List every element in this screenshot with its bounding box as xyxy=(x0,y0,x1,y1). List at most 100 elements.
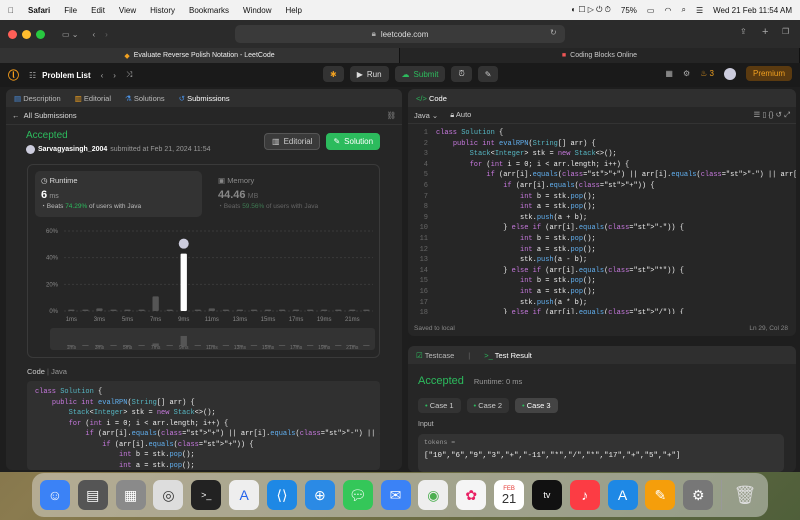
back-arrow-icon[interactable]: ← xyxy=(12,111,20,120)
editor-tool-icons[interactable]: ☰ ▯ {} ↺ ⤢ xyxy=(754,110,790,120)
link-icon[interactable]: ⛓ xyxy=(386,111,396,120)
calendar-icon[interactable]: FEB 21 xyxy=(494,480,525,510)
code-line[interactable]: int a = stk.pop(); xyxy=(436,287,796,298)
code-line[interactable]: for (int i = 0; i < arr.length; i++) { xyxy=(35,419,372,430)
chrome-icon[interactable]: ◉ xyxy=(418,480,449,510)
tab-description[interactable]: ▤ Description xyxy=(14,94,61,103)
solution-button[interactable]: ✎ Solution xyxy=(326,133,381,150)
tab-coding-blocks[interactable]: ■ Coding Blocks Online xyxy=(400,48,800,63)
code-line[interactable]: stk.push(a - b); xyxy=(436,255,796,266)
pages-icon[interactable]: ✎ xyxy=(645,480,676,510)
battery-percent[interactable]: 75% xyxy=(621,6,637,15)
zoom-window-button[interactable] xyxy=(36,29,45,39)
code-line[interactable]: Stack<Integer> stk = new Stack<>(); xyxy=(35,408,372,419)
mail-icon[interactable]: ✉ xyxy=(380,480,411,510)
language-select[interactable]: Java ⌄ xyxy=(414,111,438,120)
submitted-code[interactable]: class Solution { public int evalRPN(Stri… xyxy=(27,381,380,470)
new-tab-icon[interactable]: + xyxy=(762,26,768,38)
code-line[interactable]: if (arr[i].equals(class="st">"+")) { xyxy=(35,440,372,451)
close-window-button[interactable] xyxy=(8,29,17,39)
code-line[interactable]: } else if (arr[i].equals(class="st">"/")… xyxy=(436,308,796,314)
wifi-icon[interactable]: ◠ xyxy=(664,6,671,15)
url-bar[interactable]: 🔒︎ leetcode.com xyxy=(235,25,565,43)
all-submissions-link[interactable]: All Submissions xyxy=(24,111,77,120)
code-line[interactable]: public int evalRPN(String[] arr) { xyxy=(35,398,372,409)
code-line[interactable]: } else if (arr[i].equals(class="st">"*")… xyxy=(436,266,796,277)
photos-icon[interactable]: ✿ xyxy=(456,480,487,510)
code-line[interactable]: public int evalRPN(String[] arr) { xyxy=(436,139,796,150)
share-icon[interactable]: ⇪ xyxy=(740,27,747,36)
safari-icon[interactable]: ⊕ xyxy=(304,480,335,510)
runtime-distribution-chart[interactable]: 60% 40% 20% 0% 1ms 3ms 5ms 7ms 9ms 11ms 13ms 15ms 17… xyxy=(28,223,381,353)
run-button[interactable]: ▶ Run xyxy=(349,66,389,82)
system-tool-icon[interactable]: ▤ xyxy=(77,480,108,510)
tab-editorial[interactable]: ▥ Editorial xyxy=(75,94,111,103)
code-line[interactable]: int b = stk.pop(); xyxy=(436,234,796,245)
tab-testcase[interactable]: ☑ Testcase xyxy=(416,351,454,360)
premium-button[interactable]: Premium xyxy=(745,66,792,81)
problem-list-link[interactable]: Problem List xyxy=(42,71,90,80)
tab-overview-icon[interactable]: ❐ xyxy=(782,27,789,36)
tab-code[interactable]: </> Code xyxy=(416,94,447,103)
code-line[interactable]: class Solution { xyxy=(35,387,372,398)
system-settings-icon[interactable]: ⚙ xyxy=(683,480,714,510)
preview-icon[interactable]: ◎ xyxy=(153,480,184,510)
app-store-icon[interactable]: A xyxy=(607,480,638,510)
settings-gear-icon[interactable]: ⚙ xyxy=(683,69,690,78)
username[interactable]: Sarvagyasingh_2004 xyxy=(38,146,107,153)
menu-app[interactable]: Safari xyxy=(28,6,50,15)
tab-leetcode[interactable]: ◆ Evaluate Reverse Polish Notation - Leet… xyxy=(0,48,400,63)
trash-icon[interactable]: 🗑︎ xyxy=(730,480,760,510)
tab-solutions[interactable]: ⚗ Solutions xyxy=(125,94,165,103)
shuffle-icon[interactable]: ⤨ xyxy=(126,70,132,80)
next-problem-icon[interactable]: › xyxy=(113,71,116,80)
avatar[interactable] xyxy=(723,67,736,80)
apple-icon[interactable]:  xyxy=(8,6,14,15)
code-line[interactable]: Stack<Integer> stk = new Stack<>(); xyxy=(436,149,796,160)
debug-button[interactable]: ✱ xyxy=(323,66,344,82)
status-icons[interactable]: ◐ ☐ ▷ ⏻ ⏱ xyxy=(571,5,611,15)
streak-counter[interactable]: ♨ 3 xyxy=(700,69,714,78)
reload-icon[interactable]: ↻ xyxy=(550,28,557,37)
code-line[interactable]: int a = stk.pop(); xyxy=(35,461,372,471)
timer-button[interactable]: ⏰︎ xyxy=(451,66,472,82)
case-1-button[interactable]: • Case 1 xyxy=(418,398,461,413)
code-area[interactable]: 1 2 3 4 5 6 7 8 9 10 11 12 13 14 15 16 17 18 class Soluti… xyxy=(408,124,796,314)
control-center-icon[interactable]: ☰ xyxy=(696,6,703,15)
menu-history[interactable]: History xyxy=(150,6,175,15)
code-line[interactable]: for (int i = 0; i < arr.length; i++) { xyxy=(436,160,796,171)
battery-icon[interactable]: ▭ xyxy=(647,6,655,15)
code-line[interactable]: stk.push(a + b); xyxy=(436,213,796,224)
auto-mode[interactable]: 🔒︎ Auto xyxy=(450,110,471,120)
code-editor[interactable]: class Solution { public int evalRPN(Stri… xyxy=(432,128,796,314)
code-line[interactable]: class Solution { xyxy=(436,128,796,139)
menu-bookmarks[interactable]: Bookmarks xyxy=(189,6,229,15)
messages-icon[interactable]: 💬︎ xyxy=(342,480,373,510)
case-2-button[interactable]: • Case 2 xyxy=(466,398,509,413)
runtime-box[interactable]: ◷ Runtime 6 ms ◔ Beats 74.29% of users w… xyxy=(35,171,202,217)
xcode-instruments-icon[interactable]: A xyxy=(229,480,260,510)
notes-button[interactable]: ✎ xyxy=(477,66,499,82)
menu-window[interactable]: Window xyxy=(243,6,271,15)
case-3-button[interactable]: • Case 3 xyxy=(515,398,558,413)
code-line[interactable]: if (arr[i].equals(class="st">"+") || arr… xyxy=(35,429,380,440)
code-line[interactable]: if (arr[i].equals(class="st">"+")) { xyxy=(436,181,796,192)
code-line[interactable]: int b = stk.pop(); xyxy=(436,276,796,287)
code-line[interactable]: } else if (arr[i].equals(class="st">"-")… xyxy=(436,223,796,234)
clock[interactable]: Wed 21 Feb 11:54 AM xyxy=(713,6,792,15)
code-line[interactable]: int a = stk.pop(); xyxy=(436,202,796,213)
code-line[interactable]: int a = stk.pop(); xyxy=(436,245,796,256)
prev-problem-icon[interactable]: ‹ xyxy=(101,71,104,80)
code-line[interactable]: int b = stk.pop(); xyxy=(35,450,372,461)
tab-submissions[interactable]: ↺ Submissions xyxy=(179,94,230,103)
code-line[interactable]: if (arr[i].equals(class="st">"+") || arr… xyxy=(436,170,796,181)
minimize-window-button[interactable] xyxy=(22,29,31,39)
memory-box[interactable]: ▣ Memory 44.46 MB ◔ Beats 59.56% of user… xyxy=(212,171,372,217)
code-line[interactable]: int b = stk.pop(); xyxy=(436,192,796,203)
leetcode-logo[interactable]: ⓛ xyxy=(8,67,19,83)
menu-edit[interactable]: Edit xyxy=(91,6,105,15)
menu-view[interactable]: View xyxy=(119,6,136,15)
sidebar-icon[interactable]: ▭ ⌄ xyxy=(62,30,78,39)
menu-help[interactable]: Help xyxy=(285,6,301,15)
forward-icon[interactable]: › xyxy=(105,30,108,39)
